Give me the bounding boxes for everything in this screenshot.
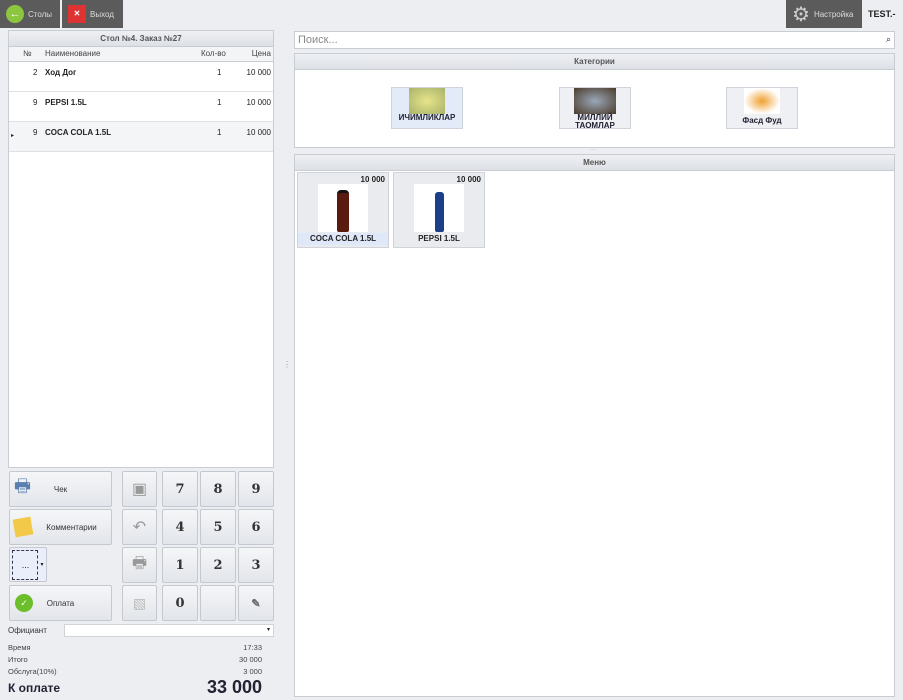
categories-panel: Категории ИЧИМЛИКЛАР МИЛЛИЙ ТАОМЛАР Фасд…	[294, 53, 895, 148]
row-indicator-icon: ▸	[11, 133, 15, 139]
user-name: TEST.-	[868, 9, 896, 19]
pepsi-image	[414, 184, 464, 232]
category-national[interactable]: МИЛЛИЙ ТАОМЛАР	[559, 87, 631, 130]
service-label: Обслуга(10%)	[8, 667, 57, 676]
due-value: 33 000	[206, 677, 262, 697]
numpad-4[interactable]: 4	[162, 509, 198, 545]
due-label: К оплате	[8, 681, 61, 695]
coca-cola-image	[318, 184, 368, 232]
numpad-7[interactable]: 7	[162, 471, 198, 507]
total-label: Итого	[8, 655, 28, 664]
numpad-5[interactable]: 5	[200, 509, 236, 545]
menu-panel: Меню 10 000 COCA COLA 1.5L 10 000 PEPSI …	[294, 154, 895, 697]
print-settings-icon[interactable]: 🖶	[122, 547, 157, 583]
check-button[interactable]: 🖶 Чек	[9, 471, 112, 507]
menu-title: Меню	[295, 155, 894, 171]
exit-button[interactable]: ✕ Выход	[62, 0, 123, 28]
more-dropdown[interactable]: ... ▾	[9, 547, 47, 582]
chevron-down-icon: ▾	[40, 562, 44, 568]
table-row[interactable]: 2 Ход Дог 1 10 000	[9, 62, 273, 92]
table-row-selected[interactable]: ▸ 9 COCA COLA 1.5L 1 10 000	[9, 122, 273, 152]
comments-button[interactable]: Комментарии	[9, 509, 112, 545]
numpad-1[interactable]: 1	[162, 547, 198, 583]
numpad-2[interactable]: 2	[200, 547, 236, 583]
exit-label: Выход	[90, 9, 114, 19]
undo-icon[interactable]: ↶	[122, 509, 157, 545]
save-icon[interactable]: ▣	[122, 471, 157, 507]
categories-title: Категории	[295, 54, 894, 70]
chevron-down-icon: ▾	[266, 627, 270, 633]
splitter-handle[interactable]: ⋮	[283, 360, 291, 369]
check-icon: ✓	[15, 594, 33, 612]
table-row[interactable]: 9 PEPSI 1.5L 1 10 000	[9, 92, 273, 122]
back-arrow-icon: ←	[6, 5, 24, 23]
settings-label: Настройка	[813, 9, 854, 19]
order-grid: Стол №4. Заказ №27 № Наименование Кол-во…	[8, 30, 274, 468]
search-input[interactable]: Поиск... ⌕	[294, 31, 895, 49]
settings-button[interactable]: ⚙ Настройка	[786, 0, 862, 28]
time-label: Время	[8, 643, 31, 652]
waiter-label: Официант	[8, 626, 47, 635]
order-title: Стол №4. Заказ №27	[9, 31, 273, 47]
tables-button[interactable]: ← Столы	[0, 0, 60, 28]
splitter-handle[interactable]: ···	[590, 147, 596, 153]
numpad-6[interactable]: 6	[238, 509, 274, 545]
menu-item[interactable]: 10 000 COCA COLA 1.5L	[297, 172, 389, 248]
split-icon[interactable]: ▧	[122, 585, 157, 621]
numpad-blank[interactable]	[200, 585, 236, 621]
numpad-9[interactable]: 9	[238, 471, 274, 507]
col-name[interactable]: Наименование	[45, 49, 100, 58]
close-icon: ✕	[68, 5, 86, 23]
gear-icon: ⚙	[792, 3, 810, 26]
tables-label: Столы	[28, 9, 53, 19]
pay-button[interactable]: ✓ Оплата	[9, 585, 112, 621]
waiter-select[interactable]: ▾	[64, 624, 274, 637]
numpad-8[interactable]: 8	[200, 471, 236, 507]
col-no[interactable]: №	[23, 49, 32, 58]
time-value: 17:33	[243, 643, 262, 652]
category-fastfood[interactable]: Фасд Фуд	[726, 87, 798, 129]
category-drinks[interactable]: ИЧИМЛИКЛАР	[391, 87, 463, 129]
total-value: 30 000	[239, 655, 262, 664]
col-qty[interactable]: Кол-во	[201, 49, 226, 58]
numpad-0[interactable]: 0	[162, 585, 198, 621]
printer-icon: 🖶	[14, 476, 31, 496]
numpad-3[interactable]: 3	[238, 547, 274, 583]
eraser-icon[interactable]: ✎	[238, 585, 274, 621]
notes-icon	[12, 516, 34, 538]
menu-item[interactable]: 10 000 PEPSI 1.5L	[393, 172, 485, 248]
col-price[interactable]: Цена	[252, 49, 271, 58]
search-icon[interactable]: ⌕	[886, 34, 891, 45]
